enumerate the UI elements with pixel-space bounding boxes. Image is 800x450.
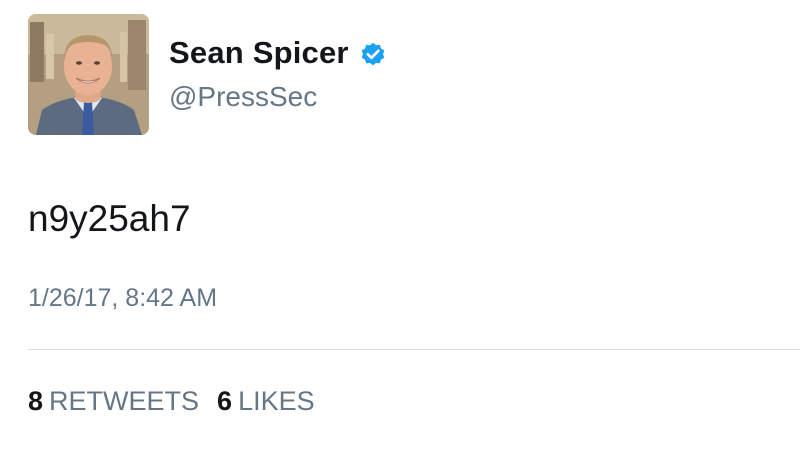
likes-count: 6 — [217, 386, 233, 416]
divider — [28, 349, 800, 350]
avatar[interactable] — [28, 14, 149, 135]
retweets-count: 8 — [28, 386, 44, 416]
tweet-card: Sean Spicer @PressSec n9y25ah7 1/26/17, … — [0, 0, 800, 450]
user-handle[interactable]: @PressSec — [169, 79, 317, 115]
verified-badge-icon — [359, 39, 387, 67]
tweet-timestamp[interactable]: 1/26/17, 8:42 AM — [28, 282, 217, 314]
display-name-text[interactable]: Sean Spicer — [169, 33, 349, 73]
tweet-text: n9y25ah7 — [28, 198, 191, 239]
display-name[interactable]: Sean Spicer — [169, 33, 387, 73]
tweet-stats: 8 RETWEETS 6 LIKES — [28, 383, 315, 419]
likes-label: LIKES — [238, 386, 315, 416]
retweets-stat[interactable]: 8 RETWEETS — [28, 383, 199, 419]
likes-stat[interactable]: 6 LIKES — [217, 383, 315, 419]
retweets-label: RETWEETS — [49, 386, 200, 416]
